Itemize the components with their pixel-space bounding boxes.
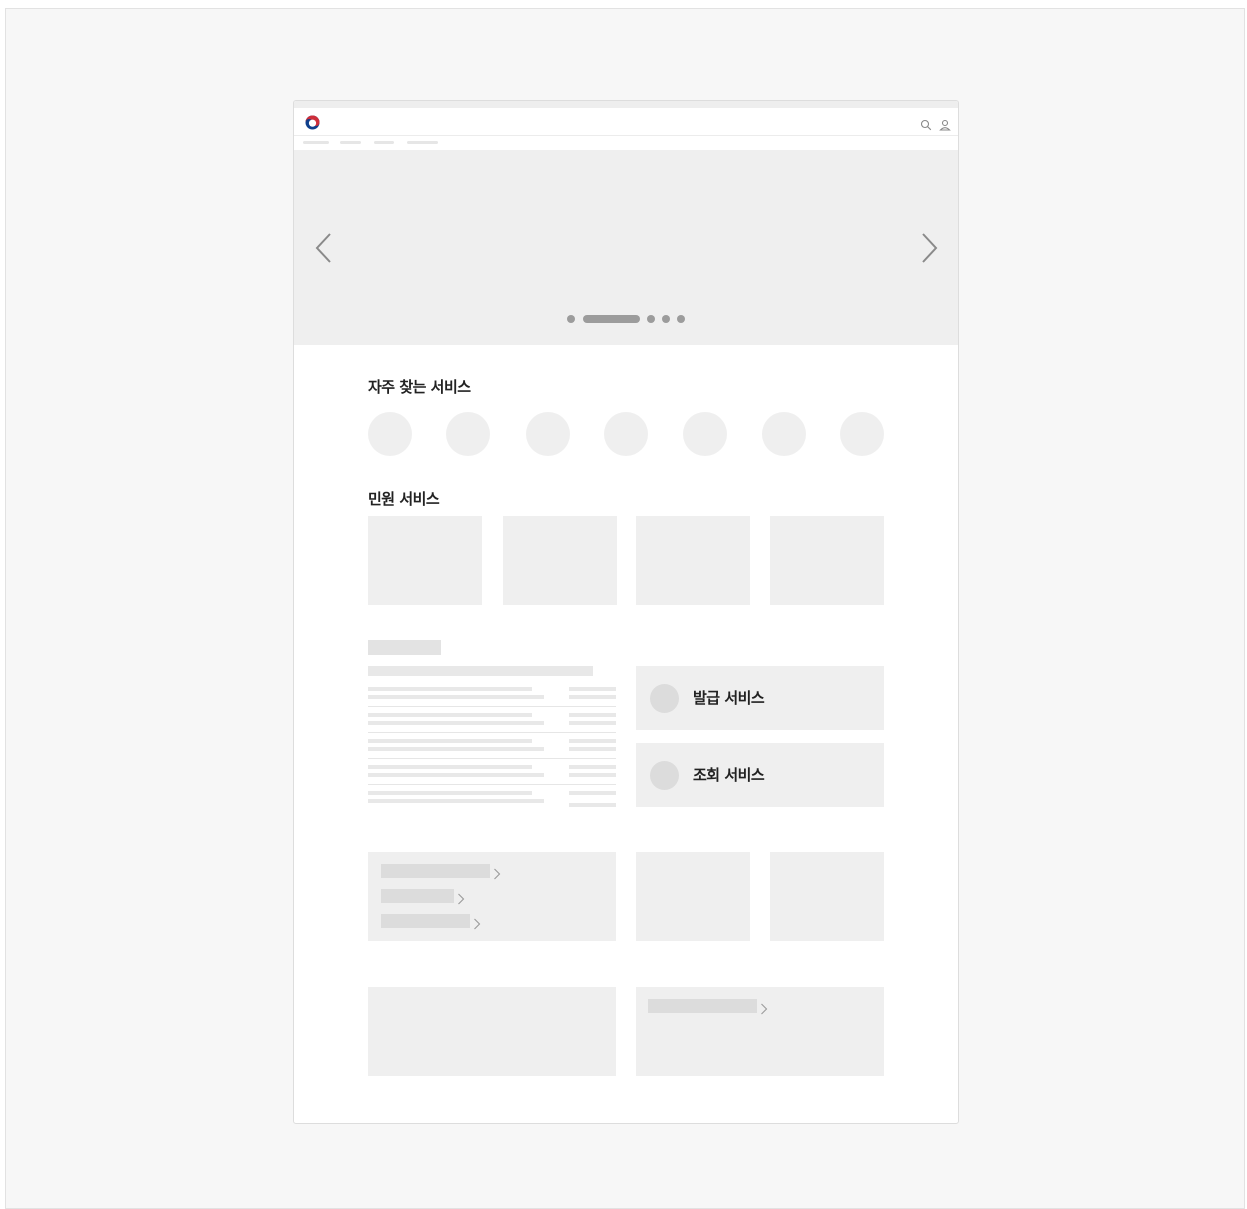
inquiry-service-label: 조회 서비스 <box>693 766 765 784</box>
search-icon[interactable] <box>920 116 932 131</box>
carousel-dot[interactable] <box>647 315 655 323</box>
list-divider <box>368 706 616 707</box>
frequent-services-title: 자주 찾는 서비스 <box>368 378 471 396</box>
header <box>294 108 958 136</box>
hero-carousel <box>294 150 958 345</box>
bottom-link-panel <box>636 987 884 1076</box>
chevron-right-icon[interactable] <box>918 232 940 264</box>
inquiry-service-icon <box>650 761 679 790</box>
list-divider <box>368 784 616 785</box>
issuance-service-label: 발급 서비스 <box>693 689 765 707</box>
carousel-dot-active[interactable] <box>583 315 640 323</box>
bottom-banner[interactable] <box>368 987 616 1076</box>
nav-item[interactable] <box>407 141 438 144</box>
quick-service-circle[interactable] <box>762 412 806 456</box>
link-text-placeholder <box>381 864 490 878</box>
civil-service-card[interactable] <box>503 516 617 605</box>
nav-item[interactable] <box>303 141 329 144</box>
carousel-dot[interactable] <box>567 315 575 323</box>
quick-service-circle[interactable] <box>526 412 570 456</box>
civil-services-title: 민원 서비스 <box>368 490 440 508</box>
carousel-dot[interactable] <box>662 315 670 323</box>
link-text-placeholder <box>648 999 757 1013</box>
issuance-service-icon <box>650 684 679 713</box>
chevron-right-icon <box>457 890 465 905</box>
link-text-placeholder <box>381 889 454 903</box>
quick-service-circle[interactable] <box>840 412 884 456</box>
list-divider <box>368 758 616 759</box>
civil-service-card[interactable] <box>770 516 884 605</box>
link-text-placeholder <box>381 914 470 928</box>
issuance-service-button[interactable]: 발급 서비스 <box>636 666 884 730</box>
chevron-right-icon <box>760 1000 768 1015</box>
list-title-placeholder <box>368 640 441 655</box>
page-frame: 자주 찾는 서비스 민원 서비스 발급 서비스 조회 서비스 <box>293 100 959 1124</box>
main-nav <box>294 137 958 149</box>
banner-card[interactable] <box>636 852 750 941</box>
user-icon[interactable] <box>939 116 951 131</box>
quick-service-circle[interactable] <box>446 412 490 456</box>
link-panel <box>368 852 616 941</box>
civil-service-card[interactable] <box>368 516 482 605</box>
quick-service-circle[interactable] <box>368 412 412 456</box>
carousel-dot[interactable] <box>677 315 685 323</box>
chevron-left-icon[interactable] <box>313 232 335 264</box>
browser-top-bar <box>294 101 958 108</box>
chevron-right-icon <box>473 915 481 930</box>
nav-item[interactable] <box>340 141 361 144</box>
chevron-right-icon <box>493 865 501 880</box>
korea-government-emblem-icon[interactable] <box>305 115 320 130</box>
nav-item[interactable] <box>374 141 394 144</box>
list-subtitle-placeholder <box>368 666 593 676</box>
quick-service-circle[interactable] <box>683 412 727 456</box>
civil-service-card[interactable] <box>636 516 750 605</box>
quick-service-circle[interactable] <box>604 412 648 456</box>
banner-card[interactable] <box>770 852 884 941</box>
list-divider <box>368 732 616 733</box>
inquiry-service-button[interactable]: 조회 서비스 <box>636 743 884 807</box>
